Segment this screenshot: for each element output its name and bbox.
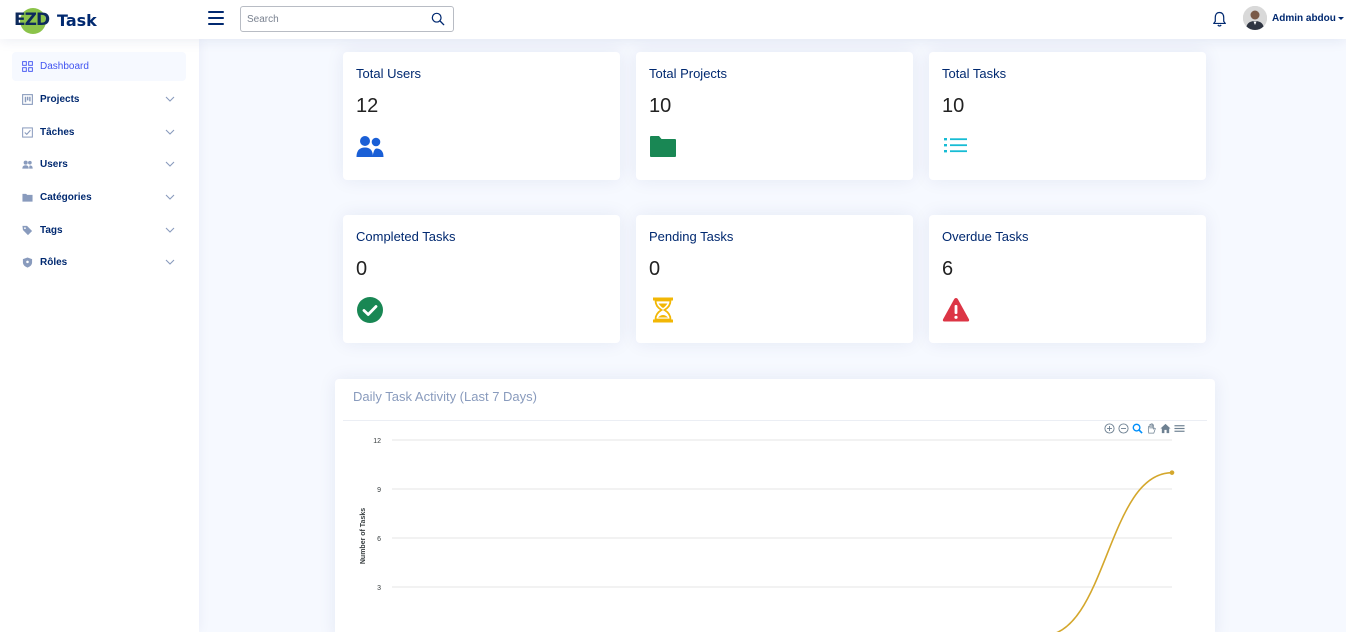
- sidebar-item-label: Users: [40, 159, 68, 170]
- caret-down-icon: [1337, 16, 1344, 20]
- stat-card-total-tasks: Total Tasks 10: [929, 52, 1206, 180]
- warning-icon: [942, 298, 970, 322]
- sidebar-item-label: Catégories: [40, 192, 92, 203]
- user-name: Admin abdou: [1272, 13, 1336, 24]
- card-title: Total Users: [356, 66, 422, 81]
- sidebar-item-label: Rôles: [40, 257, 68, 268]
- list-icon: [944, 138, 967, 153]
- logo-mark: EZD: [14, 5, 50, 35]
- sidebar-item-label: Tâches: [40, 127, 75, 138]
- data-point[interactable]: [1169, 470, 1175, 475]
- sidebar-item-users[interactable]: Users: [12, 150, 186, 179]
- card-title: Completed Tasks: [356, 229, 456, 244]
- bell-icon[interactable]: [1212, 11, 1227, 28]
- search-box: [240, 6, 454, 32]
- chevron-down-icon: [165, 194, 175, 200]
- y-tick-label: 9: [377, 487, 381, 494]
- sidebar-item-roles[interactable]: Rôles: [12, 248, 186, 277]
- chevron-down-icon: [165, 227, 175, 233]
- hourglass-icon: [653, 297, 673, 323]
- check-circle-icon: [357, 297, 383, 323]
- sidebar-item-tags[interactable]: Tags: [12, 216, 186, 245]
- stat-card-total-projects: Total Projects 10: [636, 52, 913, 180]
- task-check-icon: [22, 127, 33, 138]
- users-icon: [356, 136, 384, 157]
- chevron-down-icon: [165, 161, 175, 167]
- card-value: 0: [649, 258, 661, 280]
- user-menu[interactable]: Admin abdou: [1272, 13, 1344, 24]
- avatar[interactable]: [1243, 6, 1267, 30]
- sidebar-item-taches[interactable]: Tâches: [12, 118, 186, 147]
- sidebar-item-projects[interactable]: Projects: [12, 85, 186, 114]
- chevron-down-icon: [165, 129, 175, 135]
- logo-text: Task: [57, 10, 97, 30]
- card-title: Pending Tasks: [649, 229, 734, 244]
- series-line: [1055, 471, 1173, 632]
- sidebar-item-label: Dashboard: [40, 61, 89, 72]
- folder-icon: [22, 193, 33, 202]
- y-axis-label: Number of Tasks: [360, 508, 367, 564]
- sidebar: Dashboard Projects Tâches Users Catégori…: [0, 39, 199, 632]
- top-header: EZD Task Admin abdou: [0, 0, 1346, 39]
- card-value: 12: [356, 95, 379, 117]
- users-icon: [22, 160, 33, 169]
- sidebar-item-dashboard[interactable]: Dashboard: [12, 52, 186, 81]
- card-title: Overdue Tasks: [942, 229, 1029, 244]
- card-title: Total Tasks: [942, 66, 1007, 81]
- grid-icon: [22, 61, 33, 72]
- card-title: Total Projects: [649, 66, 728, 81]
- chevron-down-icon: [165, 96, 175, 102]
- chart-card: Daily Task Activity (Last 7 Days) 3 6 9 12 N…: [335, 379, 1215, 632]
- stat-card-completed-tasks: Completed Tasks 0: [343, 215, 620, 343]
- card-value: 0: [356, 258, 368, 280]
- stat-card-overdue-tasks: Overdue Tasks 6: [929, 215, 1206, 343]
- card-value: 10: [942, 95, 965, 117]
- sidebar-item-categories[interactable]: Catégories: [12, 183, 186, 212]
- folder-icon: [650, 136, 676, 157]
- stat-card-pending-tasks: Pending Tasks 0: [636, 215, 913, 343]
- line-chart: 3 6 9 12 Number of Tasks: [360, 438, 1175, 632]
- y-tick-label: 3: [377, 585, 381, 592]
- sidebar-item-label: Projects: [40, 94, 80, 105]
- stat-card-total-users: Total Users 12: [343, 52, 620, 180]
- chevron-down-icon: [165, 259, 175, 265]
- tags-icon: [22, 225, 33, 236]
- sidebar-item-label: Tags: [40, 225, 63, 236]
- project-icon: [22, 94, 33, 105]
- app-logo[interactable]: EZD Task: [14, 5, 97, 35]
- logo-mark-text: EZD: [14, 10, 50, 30]
- card-value: 10: [649, 95, 672, 117]
- hamburger-menu-icon[interactable]: [208, 11, 224, 27]
- y-tick-label: 12: [373, 438, 381, 445]
- y-tick-label: 6: [377, 536, 381, 543]
- search-icon[interactable]: [431, 12, 445, 26]
- shield-icon: [22, 257, 33, 268]
- card-value: 6: [942, 258, 954, 280]
- search-input[interactable]: [241, 7, 421, 31]
